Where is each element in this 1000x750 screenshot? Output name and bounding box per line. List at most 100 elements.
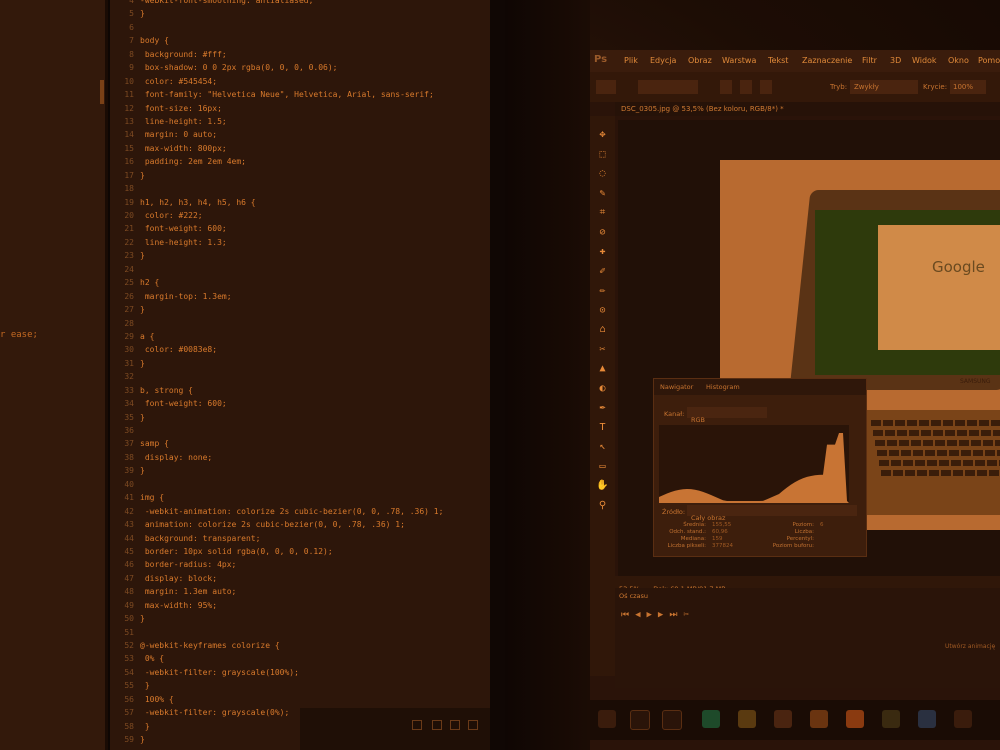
menu-item-okno[interactable]: Okno [948, 56, 969, 65]
tool-icon[interactable]: ◌ [596, 167, 609, 180]
menu-item-filtr[interactable]: Filtr [862, 56, 877, 65]
tool-icon[interactable]: ⌗ [596, 206, 609, 219]
tool-icon[interactable]: ✥ [596, 128, 609, 141]
line-number: 10 [124, 76, 134, 86]
timeline-title: Oś czasu [619, 592, 649, 600]
line-number: 22 [124, 237, 134, 247]
photoshop-task-icon[interactable] [918, 710, 936, 728]
keyboard-key [905, 470, 915, 476]
mode-button[interactable] [760, 80, 772, 94]
tool-icon[interactable]: ⬚ [596, 148, 609, 161]
code-editor[interactable]: 4 -webkit-font-smoothing: antialiased; 5} 6… [110, 0, 490, 750]
firefox-icon[interactable] [846, 710, 864, 728]
tray-icon[interactable] [468, 720, 478, 730]
tool-icon[interactable]: ⌂ [596, 323, 609, 336]
code-text: } [140, 735, 145, 745]
line-number: 19 [124, 197, 134, 207]
app-icon[interactable] [954, 710, 972, 728]
menu-item-edycja[interactable]: Edycja [650, 56, 676, 65]
stat-value: 377824 [712, 543, 733, 549]
task-view-icon[interactable] [662, 710, 682, 730]
menu-item-3d[interactable]: 3D [890, 56, 901, 65]
menu-item-plik[interactable]: Plik [624, 56, 638, 65]
code-text: color: #545454; [140, 76, 218, 86]
menu-item-warstwa[interactable]: Warstwa [722, 56, 756, 65]
keyboard-key [941, 470, 951, 476]
keyboard-key [977, 470, 987, 476]
menu-item-pomoc[interactable]: Pomoc [978, 56, 1000, 65]
code-text: background: transparent; [140, 533, 261, 543]
explorer-icon[interactable] [738, 710, 756, 728]
tool-icon[interactable]: ⊙ [596, 304, 609, 317]
chrome-icon[interactable] [810, 710, 828, 728]
tool-icon[interactable]: ⚲ [596, 499, 609, 512]
tool-icon[interactable]: ✒ [596, 401, 609, 414]
code-text: color: #0083e8; [140, 345, 218, 355]
code-line: 17} [110, 169, 490, 182]
tray-icon[interactable] [432, 720, 442, 730]
line-number: 8 [129, 49, 134, 59]
app-icon[interactable] [882, 710, 900, 728]
code-line: 11 font-family: "Helvetica Neue", Helvet… [110, 88, 490, 101]
keyboard-key [907, 420, 917, 426]
code-line: 6 [110, 21, 490, 34]
code-text: line-height: 1.5; [140, 116, 227, 126]
tray-icon[interactable] [450, 720, 460, 730]
line-number: 56 [124, 694, 134, 704]
keyboard-key [883, 420, 893, 426]
keyboard-key [959, 440, 969, 446]
code-text: font-weight: 600; [140, 399, 227, 409]
line-number: 21 [124, 224, 134, 234]
tool-icon[interactable]: ✐ [596, 265, 609, 278]
store-icon[interactable] [774, 710, 792, 728]
tool-icon[interactable]: ✏ [596, 284, 609, 297]
mode-button[interactable] [720, 80, 732, 94]
source-select[interactable]: Cały obraz [687, 505, 857, 522]
tab-navigator[interactable]: Nawigator [660, 383, 693, 391]
tool-icon[interactable]: ✂ [596, 343, 609, 356]
start-icon[interactable] [598, 710, 616, 728]
menu-item-obraz[interactable]: Obraz [688, 56, 712, 65]
tool-icon[interactable]: ◐ [596, 382, 609, 395]
swatch-picker[interactable] [638, 80, 698, 94]
code-line: 56 100% { [110, 693, 490, 706]
keyboard-key [979, 420, 989, 426]
line-number: 26 [124, 291, 134, 301]
tray-icon[interactable] [412, 720, 422, 730]
menu-item-widok[interactable]: Widok [912, 56, 937, 65]
document-tab[interactable]: DSC_0305.jpg @ 53,5% (Bez koloru, RGB/8*… [621, 105, 784, 113]
mode-button[interactable] [740, 80, 752, 94]
keyboard-key [951, 460, 961, 466]
stat-value: 60,96 [712, 529, 728, 535]
mode-label: Tryb: [830, 83, 848, 91]
tool-icon[interactable]: ↖ [596, 440, 609, 453]
line-number: 6 [129, 22, 134, 32]
code-line: 48 margin: 1.3em auto; [110, 585, 490, 598]
code-line: 5} [110, 7, 490, 20]
tool-icon[interactable]: ✎ [596, 187, 609, 200]
tool-icon[interactable]: T [596, 421, 609, 434]
search-icon[interactable] [630, 710, 650, 730]
mode-select[interactable]: Zwykły [850, 80, 918, 94]
create-animation-button[interactable]: Utwórz animację [945, 643, 995, 650]
tool-icon[interactable]: ⊘ [596, 226, 609, 239]
tool-icon[interactable]: ▭ [596, 460, 609, 473]
menu-item-zaznaczenie[interactable]: Zaznaczenie [802, 56, 852, 65]
tool-icon[interactable]: ✚ [596, 245, 609, 258]
code-line: 55 } [110, 679, 490, 692]
timeline-controls[interactable]: ⏮◀▶▶⏭✂ [621, 610, 695, 620]
menu-item-tekst[interactable]: Tekst [768, 56, 788, 65]
scrollbar[interactable] [100, 80, 104, 104]
channel-select[interactable]: RGB [687, 407, 767, 424]
opacity-field[interactable]: 100% [950, 80, 986, 94]
tab-histogram[interactable]: Histogram [706, 383, 740, 391]
tool-preset-picker[interactable] [596, 80, 616, 94]
keyboard-key [887, 440, 897, 446]
tool-icon[interactable]: ✋ [596, 479, 609, 492]
edge-icon[interactable] [702, 710, 720, 728]
line-number: 35 [124, 412, 134, 422]
line-number: 32 [124, 372, 134, 382]
code-line: 30 color: #0083e8; [110, 343, 490, 356]
tool-icon[interactable]: ▲ [596, 362, 609, 375]
keyboard-key [925, 450, 935, 456]
